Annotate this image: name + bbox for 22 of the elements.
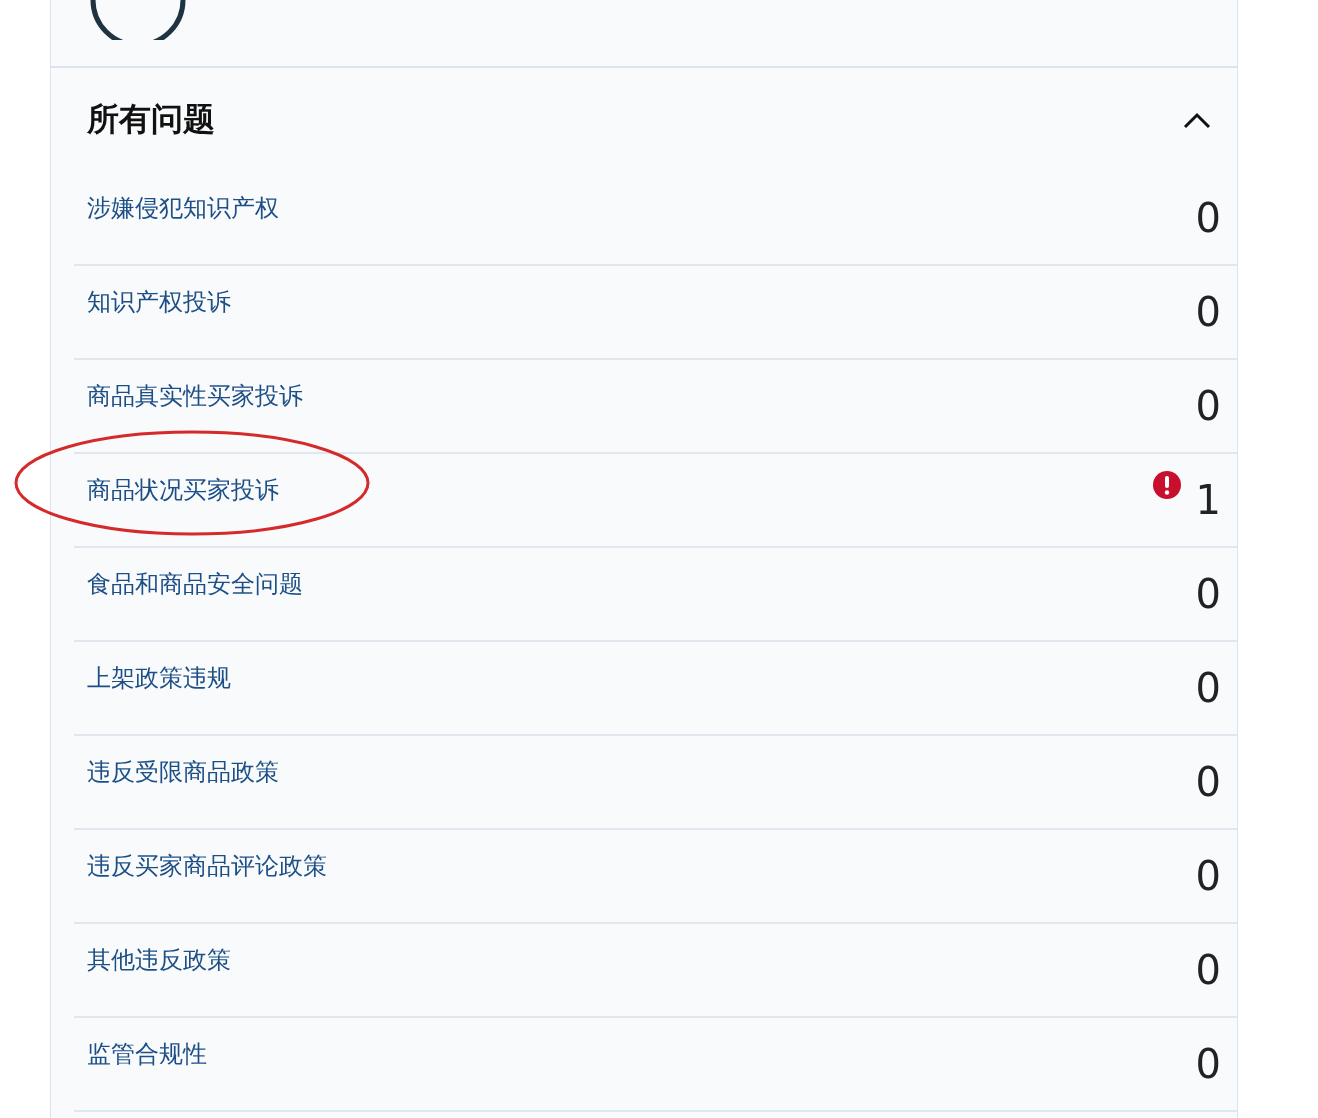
collapse-icon[interactable] <box>1183 111 1211 129</box>
issue-count: 0 <box>1195 572 1221 616</box>
issue-count: 0 <box>1195 196 1221 240</box>
issue-count: 0 <box>1195 666 1221 710</box>
issue-link[interactable]: 违反买家商品评论政策 <box>87 851 327 881</box>
issue-link[interactable]: 商品状况买家投诉 <box>87 475 279 505</box>
issue-link[interactable]: 上架政策违规 <box>87 663 231 693</box>
issue-link[interactable]: 违反受限商品政策 <box>87 757 279 787</box>
issue-link[interactable]: 监管合规性 <box>87 1039 207 1069</box>
issue-link[interactable]: 涉嫌侵犯知识产权 <box>87 193 279 223</box>
issue-count: 0 <box>1195 1042 1221 1086</box>
issue-link[interactable]: 其他违反政策 <box>87 945 231 975</box>
issue-link[interactable]: 知识产权投诉 <box>87 287 231 317</box>
issue-link[interactable]: 食品和商品安全问题 <box>87 569 303 599</box>
section-title: 所有问题 <box>87 99 215 140</box>
issue-count: 0 <box>1195 290 1221 334</box>
issue-count: 0 <box>1195 854 1221 898</box>
issue-count: 0 <box>1195 760 1221 804</box>
issue-count: 1 <box>1195 478 1221 522</box>
issue-link[interactable]: 商品真实性买家投诉 <box>87 381 303 411</box>
issue-count: 0 <box>1195 948 1221 992</box>
issue-count: 0 <box>1195 384 1221 428</box>
